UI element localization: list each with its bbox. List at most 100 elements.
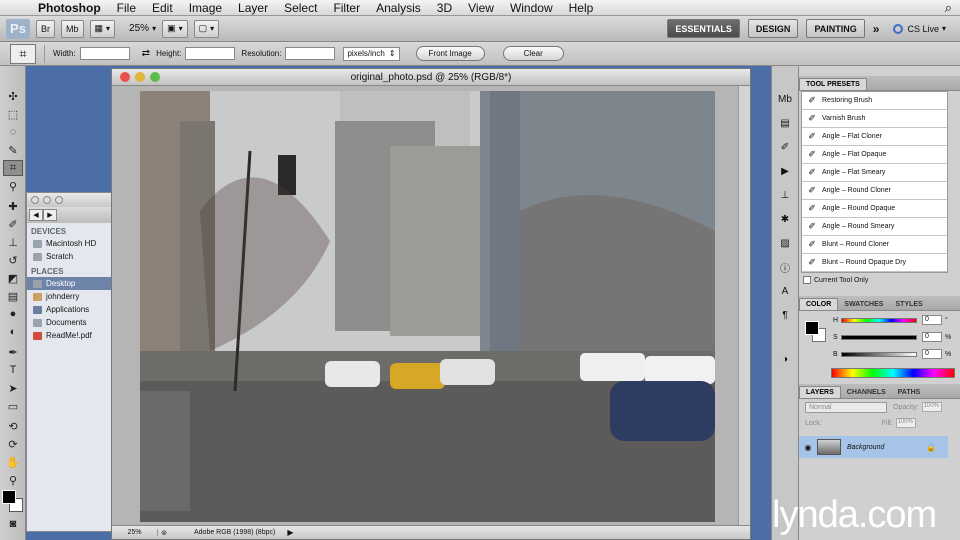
list-item[interactable]: ✐ Angle – Flat Cloner	[802, 128, 947, 146]
swap-dimensions-icon[interactable]: ⇄	[142, 48, 150, 59]
menu-image[interactable]: Image	[181, 1, 230, 15]
character-icon[interactable]: A	[777, 284, 793, 298]
saturation-value[interactable]: 0	[922, 332, 942, 342]
opacity-input[interactable]: 100%	[921, 402, 942, 412]
actions-icon[interactable]: ▶	[777, 164, 793, 178]
more-workspaces-icon[interactable]: »	[873, 22, 880, 36]
list-item[interactable]: ✐ Angle – Round Cloner	[802, 182, 947, 200]
status-zoom-field[interactable]: 25%	[112, 529, 158, 536]
clear-button[interactable]: Clear	[502, 46, 564, 61]
move-tool-icon[interactable]: ✣	[3, 88, 23, 104]
hand-tool-icon[interactable]: ✋	[3, 454, 23, 470]
saturation-slider[interactable]: S 0 %	[833, 332, 951, 342]
fill-input[interactable]: 100%	[895, 418, 916, 428]
info-icon[interactable]: ⓘ	[777, 260, 793, 275]
sidebar-item-applications[interactable]: Applications	[27, 303, 111, 316]
eye-icon[interactable]: ◉	[799, 443, 817, 452]
list-item[interactable]: ✐ Angle – Round Opaque	[802, 200, 947, 218]
menu-help[interactable]: Help	[561, 1, 602, 15]
history-brush-tool-icon[interactable]: ↺	[3, 252, 23, 268]
quick-selection-tool-icon[interactable]: ✎	[3, 142, 23, 158]
blend-mode-select[interactable]: Normal	[805, 401, 887, 413]
tool-preset-picker[interactable]: ⌗	[10, 43, 36, 64]
menu-layer[interactable]: Layer	[230, 1, 276, 15]
menu-filter[interactable]: Filter	[325, 1, 368, 15]
resolution-units-select[interactable]: pixels/inch ⇕	[343, 46, 400, 61]
zoom-level[interactable]: 25% ▾	[129, 23, 156, 34]
brush-tool-icon[interactable]: ✐	[3, 216, 23, 232]
navigator-icon[interactable]: ✱	[777, 212, 793, 226]
height-input[interactable]	[185, 47, 236, 60]
tab-paths[interactable]: PATHS	[892, 387, 927, 398]
brush-presets-icon[interactable]: ✐	[777, 140, 793, 154]
type-tool-icon[interactable]: T	[3, 362, 23, 378]
brightness-slider[interactable]: B 0 %	[833, 349, 951, 359]
tab-styles[interactable]: STYLES	[889, 299, 928, 310]
menu-window[interactable]: Window	[502, 1, 561, 15]
clone-stamp-tool-icon[interactable]: ⊥	[3, 234, 23, 250]
menu-3d[interactable]: 3D	[429, 1, 460, 15]
list-item[interactable]: ✐ Varnish Brush	[802, 110, 947, 128]
menu-analysis[interactable]: Analysis	[368, 1, 429, 15]
path-selection-tool-icon[interactable]: ➤	[3, 380, 23, 396]
vertical-scrollbar[interactable]	[738, 86, 750, 526]
saturation-track[interactable]	[841, 334, 917, 340]
minimize-icon[interactable]	[43, 196, 51, 204]
status-menu-arrow-icon[interactable]: ▶	[287, 528, 293, 537]
hue-slider[interactable]: H 0 °	[833, 315, 948, 325]
pen-tool-icon[interactable]: ✒	[3, 344, 23, 360]
foreground-color-swatch[interactable]	[2, 490, 16, 504]
tab-tool-presets[interactable]: TOOL PRESETS	[799, 78, 867, 90]
menu-edit[interactable]: Edit	[144, 1, 181, 15]
histogram-icon[interactable]: ▨	[777, 236, 793, 250]
guides-button[interactable]: ▦ ▾	[89, 19, 116, 38]
list-item[interactable]: ✐ Angle – Flat Opaque	[802, 146, 947, 164]
workspace-design[interactable]: DESIGN	[747, 19, 799, 38]
clone-source-icon[interactable]: ⊥	[777, 188, 793, 202]
sidebar-item-macintosh-hd[interactable]: Macintosh HD	[27, 237, 111, 250]
tab-channels[interactable]: CHANNELS	[841, 387, 892, 398]
list-item[interactable]: ✐ Restoring Brush	[802, 92, 947, 110]
menu-select[interactable]: Select	[276, 1, 325, 15]
paragraph-icon[interactable]: ¶	[777, 308, 793, 322]
3d-rotate-tool-icon[interactable]: ⟲	[3, 418, 23, 434]
sidebar-item-desktop[interactable]: Desktop	[27, 277, 111, 290]
crop-tool-icon[interactable]: ⌗	[3, 160, 23, 176]
width-input[interactable]	[79, 47, 130, 60]
mini-bridge-button[interactable]: Mb	[61, 19, 84, 38]
tab-color[interactable]: COLOR	[799, 298, 839, 310]
image-canvas[interactable]	[140, 91, 715, 522]
brightness-track[interactable]	[841, 351, 917, 357]
adjustments-icon[interactable]: ◑	[777, 352, 793, 366]
3d-orbit-tool-icon[interactable]: ⟳	[3, 436, 23, 452]
layer-row-background[interactable]: ◉ Background 🔒	[799, 436, 948, 458]
cs-live-button[interactable]: CS Live ▾	[893, 23, 946, 34]
tab-layers[interactable]: LAYERS	[799, 386, 841, 398]
color-spectrum-ramp[interactable]	[831, 368, 955, 378]
menu-file[interactable]: File	[109, 1, 144, 15]
menu-view[interactable]: View	[460, 1, 502, 15]
shape-tool-icon[interactable]: ▭	[3, 398, 23, 414]
list-item[interactable]: ✐ Blunt – Round Opaque Dry	[802, 254, 947, 272]
workspace-painting[interactable]: PAINTING	[806, 19, 865, 38]
sidebar-item-johnderry[interactable]: johnderry	[27, 290, 111, 303]
history-icon[interactable]: ▤	[777, 116, 793, 130]
quick-mask-icon[interactable]: ◙	[3, 516, 23, 532]
hue-track[interactable]	[841, 317, 917, 323]
back-icon[interactable]: ◀	[29, 209, 43, 221]
blur-tool-icon[interactable]: ●	[3, 306, 23, 322]
list-item[interactable]: ✐ Blunt – Round Cloner	[802, 236, 947, 254]
close-icon[interactable]	[31, 196, 39, 204]
sidebar-item-scratch[interactable]: Scratch	[27, 250, 111, 263]
eraser-tool-icon[interactable]: ◩	[3, 270, 23, 286]
front-image-button[interactable]: Front Image	[415, 46, 485, 61]
tab-swatches[interactable]: SWATCHES	[838, 299, 889, 310]
forward-icon[interactable]: ▶	[43, 209, 57, 221]
foreground-color-box[interactable]	[805, 321, 819, 335]
list-item[interactable]: ✐ Angle – Round Smeary	[802, 218, 947, 236]
brightness-value[interactable]: 0	[922, 349, 942, 359]
status-icon[interactable]: ⊚	[158, 529, 170, 537]
zoom-tool-icon[interactable]: ⚲	[3, 472, 23, 488]
lasso-tool-icon[interactable]: ◌	[3, 124, 23, 140]
list-item[interactable]: ✐ Angle – Flat Smeary	[802, 164, 947, 182]
